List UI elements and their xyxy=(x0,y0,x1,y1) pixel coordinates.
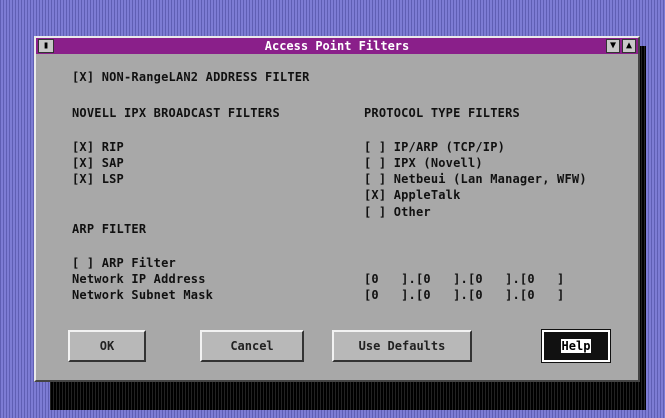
appletalk-checkbox[interactable]: [X] AppleTalk xyxy=(364,188,461,202)
ipx-checkbox[interactable]: [ ] IPX (Novell) xyxy=(364,156,483,170)
arp-heading: ARP FILTER xyxy=(72,222,147,236)
arp-filter-checkbox[interactable]: [ ] ARP Filter xyxy=(72,256,176,270)
help-label: Help xyxy=(560,339,592,353)
title-bar: ▮ Access Point Filters ▼ ▲ xyxy=(36,38,638,54)
ip-arp-checkbox[interactable]: [ ] IP/ARP (TCP/IP) xyxy=(364,140,505,154)
netbeui-checkbox[interactable]: [ ] Netbeui (Lan Manager, WFW) xyxy=(364,172,587,186)
use-defaults-button[interactable]: Use Defaults xyxy=(332,330,472,362)
nonrangelan-filter-checkbox[interactable]: [X] NON-RangeLAN2 ADDRESS FILTER xyxy=(72,70,310,84)
protocol-heading: PROTOCOL TYPE FILTERS xyxy=(364,106,520,120)
ok-button[interactable]: OK xyxy=(68,330,146,362)
network-mask-label: Network Subnet Mask xyxy=(72,288,214,302)
minimize-button[interactable]: ▼ xyxy=(606,39,620,53)
network-mask-field[interactable]: [0 ].[0 ].[0 ].[0 ] xyxy=(364,288,564,302)
help-button[interactable]: Help xyxy=(541,329,611,363)
lsp-checkbox[interactable]: [X] LSP xyxy=(72,172,124,186)
novell-heading: NOVELL IPX BROADCAST FILTERS xyxy=(72,106,280,120)
other-checkbox[interactable]: [ ] Other xyxy=(364,205,431,219)
access-point-filters-dialog: ▮ Access Point Filters ▼ ▲ [X] NON-Range… xyxy=(34,36,640,382)
scroll-down-icon: ▼ xyxy=(609,40,617,51)
sap-checkbox[interactable]: [X] SAP xyxy=(72,156,124,170)
maximize-button[interactable]: ▲ xyxy=(622,39,636,53)
cancel-button[interactable]: Cancel xyxy=(200,330,304,362)
network-ip-label: Network IP Address xyxy=(72,272,206,286)
network-ip-field[interactable]: [0 ].[0 ].[0 ].[0 ] xyxy=(364,272,564,286)
dialog-title: Access Point Filters xyxy=(264,39,410,53)
rip-checkbox[interactable]: [X] RIP xyxy=(72,140,124,154)
scroll-up-icon: ▲ xyxy=(625,40,633,51)
